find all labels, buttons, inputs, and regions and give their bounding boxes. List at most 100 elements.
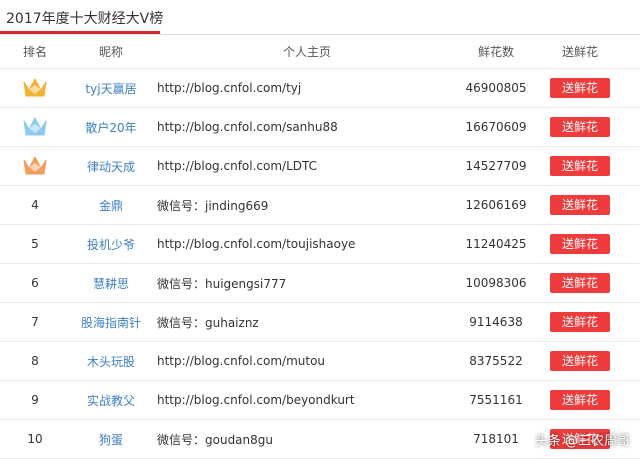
nick-link[interactable]: tyj天赢居	[85, 80, 136, 97]
table-row: 律动天成 http://blog.cnfol.com/LDTC 14527709 送鲜…	[0, 147, 640, 186]
header-count: 鲜花数	[477, 44, 514, 59]
home-link[interactable]: http://blog.cnfol.com/beyondkurt	[157, 393, 355, 407]
nick-link[interactable]: 慧耕思	[93, 275, 129, 292]
send-flower-button[interactable]: 送鲜花	[550, 312, 610, 332]
nick-cell: 实战教父	[66, 381, 156, 419]
home-cell: http://blog.cnfol.com/mutou	[157, 342, 457, 380]
nick-cell: 木头玩股	[66, 342, 156, 380]
send-flower-button[interactable]: 送鲜花	[550, 351, 610, 371]
send-cell: 送鲜花	[538, 264, 622, 302]
rank-cell: 7	[4, 303, 66, 341]
home-link[interactable]: 微信号：huigengsi777	[157, 275, 286, 292]
home-link[interactable]: http://blog.cnfol.com/LDTC	[157, 159, 317, 173]
count-cell: 11240425	[448, 225, 544, 263]
table-row: 9 实战教父 http://blog.cnfol.com/beyondkurt 755…	[0, 381, 640, 420]
rank-number: 5	[31, 237, 39, 251]
nick-link[interactable]: 金鼎	[99, 197, 123, 214]
flower-count: 8375522	[469, 354, 523, 368]
count-cell: 46900805	[448, 69, 544, 107]
send-flower-button[interactable]: 送鲜花	[550, 234, 610, 254]
rank-cell: 9	[4, 381, 66, 419]
send-flower-button[interactable]: 送鲜花	[550, 390, 610, 410]
table-row: 4 金鼎 微信号：jinding669 12606169 送鲜花	[0, 186, 640, 225]
bronze-crown-icon	[23, 156, 47, 175]
home-link[interactable]: http://blog.cnfol.com/sanhu88	[157, 120, 338, 134]
home-cell: 微信号：huigengsi777	[157, 264, 457, 302]
send-flower-button[interactable]: 送鲜花	[550, 117, 610, 137]
table-row: 5 投机少爷 http://blog.cnfol.com/toujishaoye 11…	[0, 225, 640, 264]
send-flower-button[interactable]: 送鲜花	[550, 78, 610, 98]
page-title: 2017年度十大财经大V榜	[6, 11, 164, 27]
flower-count: 718101	[473, 432, 519, 446]
nick-cell: 狗蛋	[66, 420, 156, 458]
send-cell: 送鲜花	[538, 69, 622, 107]
home-cell: http://blog.cnfol.com/tyj	[157, 69, 457, 107]
send-cell: 送鲜花	[538, 225, 622, 263]
rank-number: 7	[31, 315, 39, 329]
table-body: tyj天赢居 http://blog.cnfol.com/tyj 46900805 送…	[0, 69, 640, 459]
nick-link[interactable]: 散户20年	[85, 119, 136, 136]
header-home: 个人主页	[282, 44, 331, 59]
flower-count: 11240425	[465, 237, 527, 251]
home-link[interactable]: http://blog.cnfol.com/toujishaoye	[157, 237, 355, 251]
home-cell: http://blog.cnfol.com/toujishaoye	[157, 225, 457, 263]
count-cell: 718101	[448, 420, 544, 458]
rank-number: 4	[31, 198, 39, 212]
rank-cell	[4, 69, 66, 107]
header-nick: 昵称	[98, 44, 123, 59]
flower-count: 10098306	[465, 276, 527, 290]
nick-link[interactable]: 实战教父	[87, 392, 135, 409]
send-cell: 送鲜花	[538, 342, 622, 380]
home-link[interactable]: 微信号：jinding669	[157, 197, 268, 214]
home-link[interactable]: 微信号：guhaiznz	[157, 314, 259, 331]
nick-link[interactable]: 股海指南针	[81, 314, 141, 331]
flower-count: 12606169	[465, 198, 527, 212]
home-cell: http://blog.cnfol.com/LDTC	[157, 147, 457, 185]
send-cell: 送鲜花	[538, 147, 622, 185]
home-link[interactable]: 微信号：goudan8gu	[157, 431, 273, 448]
home-link[interactable]: http://blog.cnfol.com/mutou	[157, 354, 325, 368]
table-row: 散户20年 http://blog.cnfol.com/sanhu88 166706…	[0, 108, 640, 147]
count-cell: 12606169	[448, 186, 544, 224]
nick-link[interactable]: 律动天成	[87, 158, 135, 175]
rank-cell	[4, 108, 66, 146]
header-send: 送鲜花	[561, 44, 598, 59]
rank-cell	[4, 147, 66, 185]
gold-crown-icon	[23, 78, 47, 97]
nick-link[interactable]: 狗蛋	[99, 431, 123, 448]
send-flower-button[interactable]: 送鲜花	[550, 195, 610, 215]
send-flower-button[interactable]: 送鲜花	[550, 156, 610, 176]
home-cell: http://blog.cnfol.com/sanhu88	[157, 108, 457, 146]
table-row: 6 慧耕思 微信号：huigengsi777 10098306 送鲜花	[0, 264, 640, 303]
ranking-table: 排名 昵称 个人主页 鲜花数 送鲜花 tyj天赢居 http://blog.cnf…	[0, 34, 640, 459]
table-row: 8 木头玩股 http://blog.cnfol.com/mutou 8375522 送…	[0, 342, 640, 381]
table-header: 排名 昵称 个人主页 鲜花数 送鲜花	[0, 34, 640, 69]
home-cell: http://blog.cnfol.com/beyondkurt	[157, 381, 457, 419]
nick-cell: tyj天赢居	[66, 69, 156, 107]
nick-link[interactable]: 投机少爷	[87, 236, 135, 253]
rank-cell: 8	[4, 342, 66, 380]
rank-number: 6	[31, 276, 39, 290]
count-cell: 10098306	[448, 264, 544, 302]
count-cell: 16670609	[448, 108, 544, 146]
home-link[interactable]: http://blog.cnfol.com/tyj	[157, 81, 301, 95]
flower-count: 9114638	[469, 315, 523, 329]
home-cell: 微信号：guhaiznz	[157, 303, 457, 341]
send-cell: 送鲜花	[538, 108, 622, 146]
send-flower-button[interactable]: 送鲜花	[550, 273, 610, 293]
nick-cell: 金鼎	[66, 186, 156, 224]
flower-count: 14527709	[465, 159, 527, 173]
count-cell: 8375522	[448, 342, 544, 380]
count-cell: 9114638	[448, 303, 544, 341]
rank-number: 9	[31, 393, 39, 407]
rank-number: 10	[27, 432, 43, 446]
watermark: 头条 @三农周哥	[534, 434, 630, 449]
rank-cell: 5	[4, 225, 66, 263]
rank-number: 8	[31, 354, 39, 368]
home-cell: 微信号：jinding669	[157, 186, 457, 224]
rank-cell: 4	[4, 186, 66, 224]
table-row: 7 股海指南针 微信号：guhaiznz 9114638 送鲜花	[0, 303, 640, 342]
nick-link[interactable]: 木头玩股	[87, 353, 135, 370]
send-cell: 送鲜花	[538, 303, 622, 341]
nick-cell: 慧耕思	[66, 264, 156, 302]
